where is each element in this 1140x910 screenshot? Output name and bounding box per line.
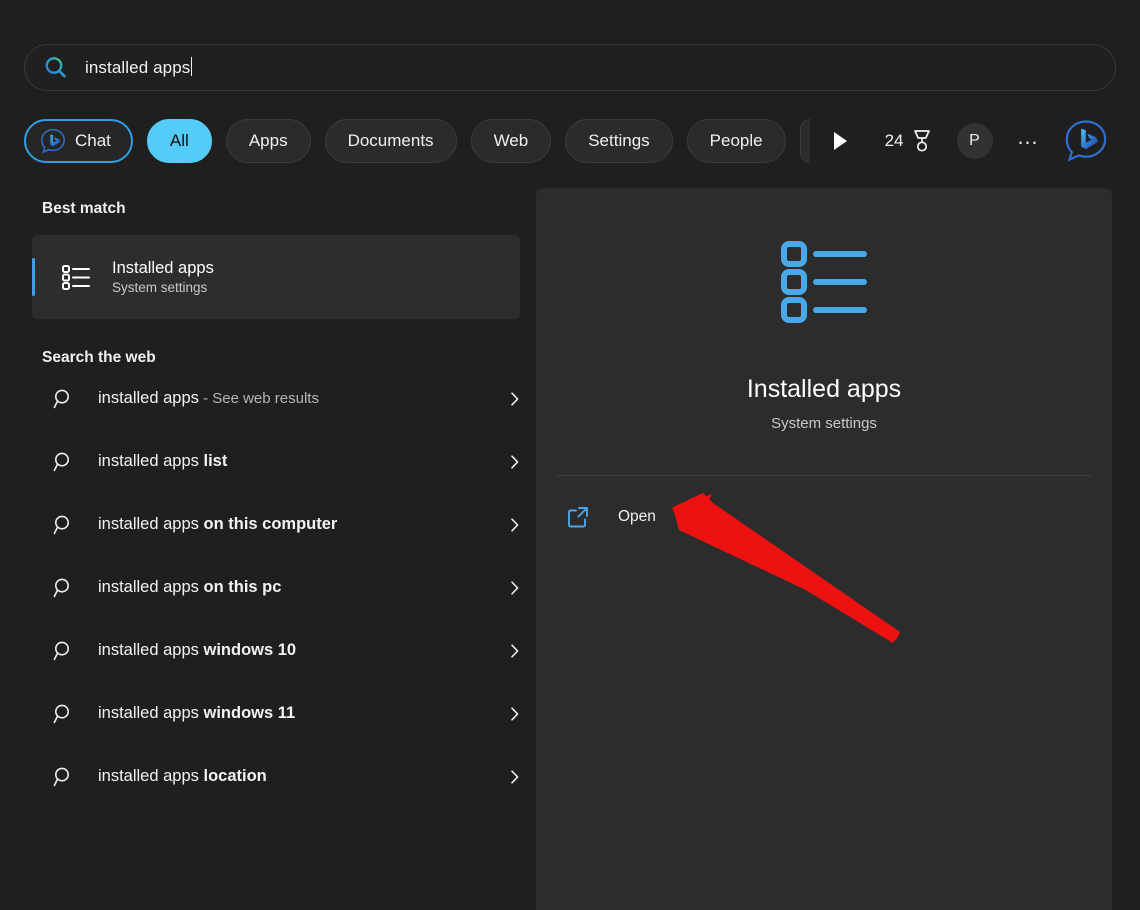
web-result-query: installed apps bbox=[98, 578, 204, 596]
preview-divider bbox=[557, 475, 1091, 476]
selection-accent-bar bbox=[32, 258, 35, 296]
web-result-query: installed apps bbox=[98, 389, 199, 407]
installed-apps-list-icon bbox=[60, 260, 94, 294]
results-list: Best match Installed apps System setting… bbox=[0, 182, 536, 910]
web-result-label: installed apps - See web results bbox=[98, 389, 506, 408]
web-result-row[interactable]: installed apps windows 11 bbox=[32, 682, 532, 745]
chevron-right-icon bbox=[506, 453, 524, 471]
filter-tab-documents-label: Documents bbox=[348, 131, 434, 151]
filter-tab-settings-label: Settings bbox=[588, 131, 649, 151]
web-result-row[interactable]: installed apps windows 10 bbox=[32, 619, 532, 682]
bing-chat-icon[interactable] bbox=[1063, 118, 1109, 164]
web-result-row[interactable]: installed apps location bbox=[32, 745, 532, 808]
text-caret bbox=[191, 57, 192, 76]
filter-chat-button[interactable]: Chat bbox=[24, 119, 133, 163]
search-filter-bar: Chat All Apps Documents Web Settings Peo… bbox=[24, 118, 1116, 164]
search-box[interactable]: installed apps bbox=[24, 44, 1116, 91]
search-the-web-heading: Search the web bbox=[42, 349, 536, 367]
search-icon bbox=[52, 576, 76, 600]
web-result-label: installed apps location bbox=[98, 767, 506, 786]
search-input[interactable]: installed apps bbox=[85, 57, 192, 78]
filter-tab-settings[interactable]: Settings bbox=[565, 119, 672, 163]
avatar-initial: P bbox=[969, 132, 980, 150]
filter-tab-people[interactable]: People bbox=[687, 119, 786, 163]
filter-tab-all[interactable]: All bbox=[147, 119, 212, 163]
open-external-icon bbox=[566, 505, 590, 529]
web-result-row[interactable]: installed apps list bbox=[32, 430, 532, 493]
search-icon bbox=[52, 450, 76, 474]
web-result-row[interactable]: installed apps - See web results bbox=[32, 367, 532, 430]
best-match-subtitle: System settings bbox=[112, 279, 214, 297]
web-result-suffix: on this computer bbox=[204, 515, 338, 533]
search-icon bbox=[52, 387, 76, 411]
filter-tab-people-label: People bbox=[710, 131, 763, 151]
web-result-label: installed apps on this pc bbox=[98, 578, 506, 597]
chevron-right-icon bbox=[506, 516, 524, 534]
web-result-suffix: list bbox=[204, 452, 228, 470]
search-icon bbox=[43, 55, 69, 81]
avatar[interactable]: P bbox=[957, 123, 993, 159]
chevron-right-icon bbox=[506, 705, 524, 723]
web-result-query: installed apps bbox=[98, 515, 204, 533]
search-icon bbox=[52, 765, 76, 789]
preview-open-label: Open bbox=[618, 508, 656, 526]
preview-action-open[interactable]: Open bbox=[557, 498, 1112, 536]
web-result-query: installed apps bbox=[98, 452, 204, 470]
search-icon bbox=[52, 513, 76, 537]
more-options-icon[interactable]: … bbox=[1017, 126, 1041, 156]
filter-tab-apps-label: Apps bbox=[249, 131, 288, 151]
chevron-right-icon bbox=[506, 390, 524, 408]
web-result-suffix: windows 11 bbox=[204, 704, 296, 722]
installed-apps-list-icon bbox=[778, 236, 870, 328]
web-result-query: installed apps bbox=[98, 767, 204, 785]
search-icon bbox=[52, 702, 76, 726]
filter-tab-documents[interactable]: Documents bbox=[325, 119, 457, 163]
chevron-right-icon bbox=[506, 579, 524, 597]
best-match-item[interactable]: Installed apps System settings bbox=[32, 235, 520, 319]
rewards-medal-icon bbox=[911, 129, 933, 153]
chevron-right-icon bbox=[506, 642, 524, 660]
filter-tab-all-label: All bbox=[170, 131, 189, 151]
best-match-title: Installed apps bbox=[112, 257, 214, 279]
play-arrow-icon[interactable] bbox=[834, 132, 847, 150]
web-result-label: installed apps windows 11 bbox=[98, 704, 506, 723]
best-match-heading: Best match bbox=[42, 200, 536, 218]
web-result-suffix: on this pc bbox=[204, 578, 282, 596]
filter-tab-web[interactable]: Web bbox=[471, 119, 552, 163]
bing-chat-icon bbox=[40, 128, 66, 154]
filter-tab-web-label: Web bbox=[494, 131, 529, 151]
filter-tab-apps[interactable]: Apps bbox=[226, 119, 311, 163]
web-result-suffix: - See web results bbox=[199, 390, 319, 407]
search-icon bbox=[52, 639, 76, 663]
filter-tab-overflow-clipped[interactable] bbox=[800, 119, 810, 163]
preview-subtitle: System settings bbox=[536, 415, 1112, 432]
web-result-suffix: windows 10 bbox=[204, 641, 297, 659]
search-input-value: installed apps bbox=[85, 58, 190, 77]
best-match-text: Installed apps System settings bbox=[112, 257, 214, 297]
web-results-list: installed apps - See web resultsinstalle… bbox=[0, 367, 536, 808]
preview-title: Installed apps bbox=[536, 375, 1112, 404]
web-result-query: installed apps bbox=[98, 704, 204, 722]
filter-chat-label: Chat bbox=[75, 131, 111, 151]
preview-pane: Installed apps System settings Open bbox=[536, 188, 1112, 910]
web-result-row[interactable]: installed apps on this pc bbox=[32, 556, 532, 619]
rewards-count: 24 bbox=[885, 131, 904, 151]
web-result-row[interactable]: installed apps on this computer bbox=[32, 493, 532, 556]
web-result-label: installed apps windows 10 bbox=[98, 641, 506, 660]
web-result-query: installed apps bbox=[98, 641, 204, 659]
rewards-badge[interactable]: 24 bbox=[885, 129, 933, 153]
web-result-label: installed apps list bbox=[98, 452, 506, 471]
windows-search-window: installed apps Chat All Apps Do bbox=[0, 0, 1140, 910]
more-options-glyph: … bbox=[1017, 124, 1041, 149]
chevron-right-icon bbox=[506, 768, 524, 786]
web-result-suffix: location bbox=[204, 767, 267, 785]
web-result-label: installed apps on this computer bbox=[98, 515, 506, 534]
